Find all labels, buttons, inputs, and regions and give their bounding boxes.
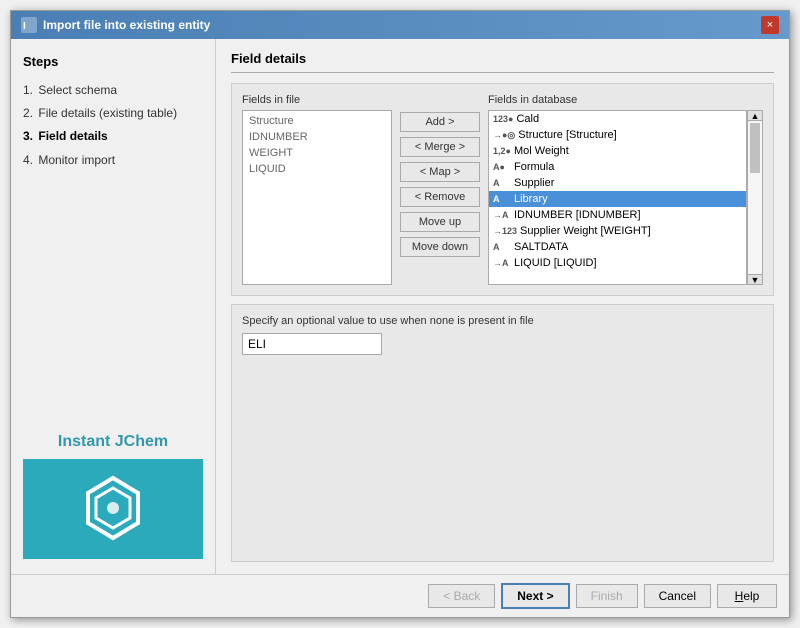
db-item-3[interactable]: A● Formula xyxy=(489,159,746,175)
map-button[interactable]: < Map > xyxy=(400,162,480,182)
fields-panel: Fields in file Structure IDNUMBER WEIGHT… xyxy=(231,83,774,296)
dialog-body: Steps 1. Select schema 2. File details (… xyxy=(11,39,789,574)
db-item-3-text: Formula xyxy=(514,161,554,173)
db-item-4-text: Supplier xyxy=(514,177,554,189)
finish-button[interactable]: Finish xyxy=(576,584,638,608)
sidebar: Steps 1. Select schema 2. File details (… xyxy=(11,39,216,574)
close-button[interactable]: × xyxy=(761,16,779,34)
title-icon: I xyxy=(21,17,37,33)
db-item-6[interactable]: →A IDNUMBER [IDNUMBER] xyxy=(489,207,746,223)
db-item-2[interactable]: 1,2● Mol Weight xyxy=(489,143,746,159)
db-icon-1: →●◎ xyxy=(493,130,515,141)
next-button[interactable]: Next > xyxy=(501,583,569,609)
step-2: 2. File details (existing table) xyxy=(23,102,203,125)
optional-input[interactable] xyxy=(242,333,382,355)
cancel-button[interactable]: Cancel xyxy=(644,584,711,608)
db-item-7-text: Supplier Weight [WEIGHT] xyxy=(520,225,651,237)
db-item-9[interactable]: →A LIQUID [LIQUID] xyxy=(489,255,746,271)
optional-label: Specify an optional value to use when no… xyxy=(242,315,763,327)
svg-text:I: I xyxy=(23,21,26,32)
db-item-6-text: IDNUMBER [IDNUMBER] xyxy=(514,209,641,221)
fields-in-file-label: Fields in file xyxy=(242,94,392,106)
scroll-up-arrow[interactable]: ▲ xyxy=(748,111,762,121)
db-item-2-text: Mol Weight xyxy=(514,145,569,157)
db-icon-4: A xyxy=(493,178,511,188)
hex-icon xyxy=(78,473,148,546)
fields-in-file-container: Fields in file Structure IDNUMBER WEIGHT… xyxy=(242,94,392,285)
db-icon-8: A xyxy=(493,242,511,252)
db-item-0[interactable]: 123● Cald xyxy=(489,111,746,127)
db-icon-5: A xyxy=(493,194,511,204)
merge-button[interactable]: < Merge > xyxy=(400,137,480,157)
step-3: 3. Field details xyxy=(23,125,203,148)
db-icon-6: →A xyxy=(493,210,511,220)
brand-logo xyxy=(23,459,203,559)
main-content: Field details Fields in file Structure I… xyxy=(216,39,789,574)
fields-in-db-container: Fields in database 123● Cald →●◎ Structu… xyxy=(488,94,763,285)
dialog: I Import file into existing entity × Ste… xyxy=(10,10,790,618)
brand-area: Instant JChem xyxy=(23,433,203,559)
back-button[interactable]: < Back xyxy=(428,584,495,608)
db-icon-2: 1,2● xyxy=(493,146,511,156)
file-field-liquid[interactable]: LIQUID xyxy=(245,161,389,177)
db-icon-0: 123● xyxy=(493,114,513,124)
move-down-button[interactable]: Move down xyxy=(400,237,480,257)
db-item-4[interactable]: A Supplier xyxy=(489,175,746,191)
remove-button[interactable]: < Remove xyxy=(400,187,480,207)
scroll-down-arrow[interactable]: ▼ xyxy=(748,274,762,284)
step-3-label: Field details xyxy=(38,129,107,143)
step-4: 4. Monitor import xyxy=(23,149,203,172)
db-icon-9: →A xyxy=(493,258,511,268)
title-bar: I Import file into existing entity × xyxy=(11,11,789,39)
fields-in-db-list[interactable]: 123● Cald →●◎ Structure [Structure] 1,2●… xyxy=(488,110,747,285)
dialog-title: Import file into existing entity xyxy=(43,18,210,32)
step-2-label: File details (existing table) xyxy=(38,106,177,120)
file-field-idnumber[interactable]: IDNUMBER xyxy=(245,129,389,145)
db-item-5-text: Library xyxy=(514,193,548,205)
add-button[interactable]: Add > xyxy=(400,112,480,132)
step-1: 1. Select schema xyxy=(23,79,203,102)
db-icon-3: A● xyxy=(493,162,511,172)
db-item-7[interactable]: →123 Supplier Weight [WEIGHT] xyxy=(489,223,746,239)
help-button[interactable]: Help xyxy=(717,584,777,608)
db-item-8-text: SALTDATA xyxy=(514,241,568,253)
steps-list: 1. Select schema 2. File details (existi… xyxy=(23,79,203,172)
brand-name: Instant JChem xyxy=(58,433,168,451)
steps-heading: Steps xyxy=(23,54,203,69)
db-item-1-text: Structure [Structure] xyxy=(518,129,616,141)
step-1-label: Select schema xyxy=(38,83,117,97)
file-field-weight[interactable]: WEIGHT xyxy=(245,145,389,161)
db-item-0-text: Cald xyxy=(516,113,539,125)
db-item-9-text: LIQUID [LIQUID] xyxy=(514,257,597,269)
section-title: Field details xyxy=(231,51,774,73)
file-field-structure[interactable]: Structure xyxy=(245,113,389,129)
move-up-button[interactable]: Move up xyxy=(400,212,480,232)
scroll-thumb[interactable] xyxy=(750,123,760,173)
db-list-scrollbar[interactable]: ▲ ▼ xyxy=(747,110,763,285)
steps-section: Steps 1. Select schema 2. File details (… xyxy=(23,54,203,172)
db-item-1[interactable]: →●◎ Structure [Structure] xyxy=(489,127,746,143)
dialog-footer: < Back Next > Finish Cancel Help xyxy=(11,574,789,617)
action-buttons: Add > < Merge > < Map > < Remove Move up… xyxy=(400,94,480,285)
db-item-5[interactable]: A Library xyxy=(489,191,746,207)
step-4-label: Monitor import xyxy=(38,153,115,167)
fields-in-file-list[interactable]: Structure IDNUMBER WEIGHT LIQUID xyxy=(242,110,392,285)
optional-panel: Specify an optional value to use when no… xyxy=(231,304,774,562)
db-item-8[interactable]: A SALTDATA xyxy=(489,239,746,255)
db-icon-7: →123 xyxy=(493,226,517,236)
fields-in-db-label: Fields in database xyxy=(488,94,763,106)
